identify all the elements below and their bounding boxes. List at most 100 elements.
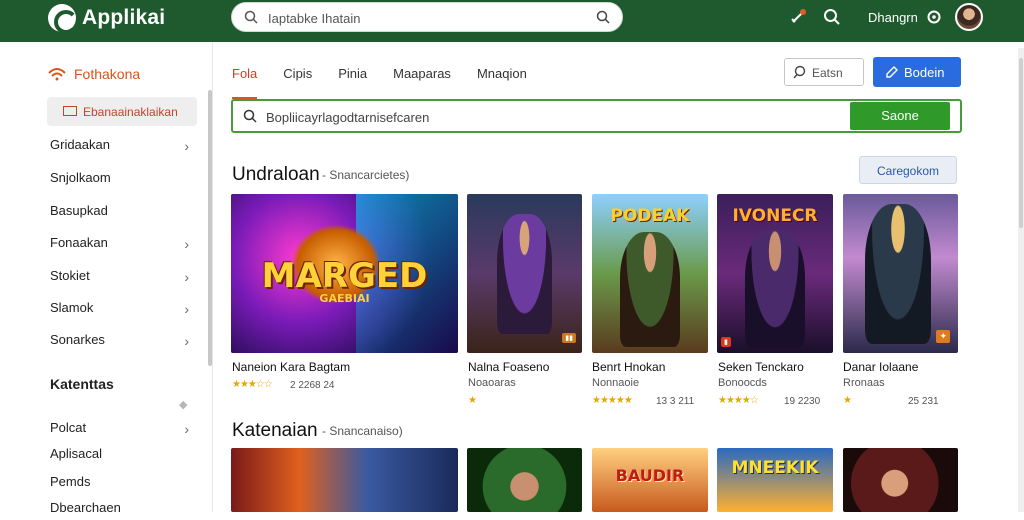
app-name: Applikai (82, 6, 166, 29)
search-icon[interactable] (823, 8, 841, 26)
search-icon (244, 10, 258, 24)
sidebar-item-label: Stokiet (50, 268, 90, 283)
game-card-rating: ★ (843, 395, 852, 406)
tab-bar: Fola Cipis Pinia Maaparas Mnaqion (232, 66, 553, 99)
sidebar-item-label: Aplisacal (50, 446, 103, 461)
game-card-title[interactable]: Danar Iolaane (843, 360, 918, 374)
primary-button-label: Bodein (904, 65, 945, 80)
game-art-title: MNEEKIK (731, 458, 819, 478)
game-card-meta: 19 2230 (784, 396, 821, 407)
game-card-meta: 25 231 (908, 396, 939, 407)
filter-label: Eatsn (812, 66, 843, 80)
sidebar-item-active[interactable]: Ebanaainaklaikan (47, 97, 197, 126)
logo-icon (48, 4, 78, 34)
sidebar-item-label: Dbearchaen (50, 500, 121, 515)
top-bar: Applikai Iaptabke Ihatain Dhangrn (0, 0, 1024, 42)
game-card-rating: ★★★☆☆ (232, 379, 273, 390)
top-search-input[interactable]: Iaptabke Ihatain (231, 2, 623, 32)
game-card-rating: ★★★★★ (592, 395, 633, 406)
sidebar-header-label: Fothakona (74, 66, 141, 82)
game-card-title[interactable]: Naneion Kara Bagtam (232, 360, 350, 374)
section-title: Katenaian (232, 420, 318, 441)
sidebar-item-label: Slamok (50, 300, 94, 315)
sidebar-header: Fothakona (48, 66, 140, 82)
game-art-title: BAUDIR (615, 466, 685, 485)
settings-icon[interactable] (925, 8, 943, 26)
sidebar-item[interactable]: Polcat › (50, 420, 195, 440)
sidebar-item-label: Sonarkes (50, 332, 105, 347)
section-title: Undraloan (232, 164, 320, 185)
chevron-right-icon: › (184, 138, 189, 154)
sidebar-item[interactable]: Fonaakan › (50, 235, 195, 255)
game-card-image[interactable]: PODEAK (592, 194, 708, 353)
chevron-right-icon: › (184, 333, 189, 349)
sidebar-item[interactable]: Pemds (50, 474, 195, 494)
sidebar-item-label: Gridaakan (50, 137, 110, 152)
main-search-input[interactable]: Bopliicayrlagodtarnisefcaren Saone (231, 99, 962, 133)
sidebar-item-label: Snjolkaom (50, 170, 111, 185)
tab-maaparas[interactable]: Maaparas (393, 66, 451, 90)
game-card-image[interactable] (467, 448, 582, 512)
top-search-placeholder: Iaptabke Ihatain (268, 11, 361, 26)
app-logo[interactable]: Applikai (48, 4, 166, 34)
rocket-icon[interactable] (789, 8, 807, 26)
game-card-meta: 2 2268 24 (290, 380, 335, 391)
game-badge-icon: ▮ (721, 337, 731, 347)
game-card-meta: 13 3 211 (656, 396, 695, 407)
game-card-subtitle: Nonnaoie (592, 377, 640, 389)
game-card-title[interactable]: Benrt Hnokan (592, 360, 665, 374)
game-card-image[interactable]: ▮▮ (467, 194, 582, 353)
sidebar-item[interactable]: Gridaakan › (50, 137, 195, 157)
sidebar-item-label: Polcat (50, 420, 87, 435)
chevron-right-icon: › (184, 269, 189, 285)
tab-cipis[interactable]: Cipis (283, 66, 312, 90)
page-scrollbar[interactable] (1018, 48, 1024, 512)
game-badge-icon: ▮▮ (562, 333, 576, 343)
avatar[interactable] (955, 3, 983, 31)
game-card-image[interactable]: MARGED GAEBIAI (231, 194, 458, 353)
edit-icon (886, 66, 898, 78)
wifi-icon (48, 68, 66, 81)
search-submit-icon[interactable] (596, 10, 610, 24)
tab-pinia[interactable]: Pinia (338, 66, 367, 90)
game-card-image[interactable]: MNEEKIK (717, 448, 833, 512)
sidebar-item-label: Fonaakan (50, 235, 108, 250)
game-card-image[interactable] (843, 448, 958, 512)
categories-button[interactable]: Caregokom (859, 156, 957, 184)
game-card-image[interactable]: IVONECR ▮ (717, 194, 833, 353)
search-icon (243, 109, 257, 123)
sidebar-item[interactable]: Stokiet › (50, 268, 195, 288)
sidebar-item[interactable]: Sonarkes › (50, 332, 195, 352)
sidebar-section-title: Katenttas (50, 376, 114, 392)
filter-button[interactable]: Eatsn (784, 58, 864, 86)
sidebar-item[interactable]: Aplisacal (50, 446, 195, 466)
sidebar: Fothakona Ebanaainaklaikan Gridaakan › S… (0, 42, 213, 515)
game-art-subtitle: GAEBIAI (319, 292, 370, 305)
game-art-title: MARGED (261, 256, 428, 296)
sidebar-item[interactable]: Snjolkaom (50, 170, 195, 190)
primary-button[interactable]: Bodein (873, 57, 961, 87)
game-card-rating: ★★★★☆ (718, 395, 759, 406)
user-name[interactable]: Dhangrn (868, 10, 918, 25)
game-card-image[interactable]: BAUDIR (592, 448, 708, 512)
sidebar-item[interactable]: Dbearchaen (50, 500, 195, 520)
card-icon (63, 106, 77, 116)
tab-fola[interactable]: Fola (232, 66, 258, 99)
sidebar-scrollbar[interactable] (208, 90, 212, 366)
game-art-title: IVONECR (732, 206, 818, 226)
game-card-subtitle: Noaoaras (468, 377, 516, 389)
section-subtitle: - Snancanaiso) (322, 424, 403, 438)
game-card-title[interactable]: Seken Tenckaro (718, 360, 804, 374)
main-search-button[interactable]: Saone (850, 102, 950, 130)
game-card-title[interactable]: Nalna Foaseno (468, 360, 549, 374)
sidebar-item-label: Basupkad (50, 203, 108, 218)
game-card-image[interactable]: ✦ (843, 194, 958, 353)
section-subtitle-text: Snancanaiso) (329, 424, 403, 438)
tab-mnaqion[interactable]: Mnaqion (477, 66, 527, 90)
pin-icon[interactable]: ◆ (179, 398, 189, 411)
sidebar-item[interactable]: Slamok › (50, 300, 195, 320)
game-card-image[interactable] (231, 448, 458, 512)
chevron-right-icon: › (184, 301, 189, 317)
sidebar-item[interactable]: Basupkad (50, 203, 195, 223)
sidebar-item-label: Pemds (50, 474, 91, 489)
